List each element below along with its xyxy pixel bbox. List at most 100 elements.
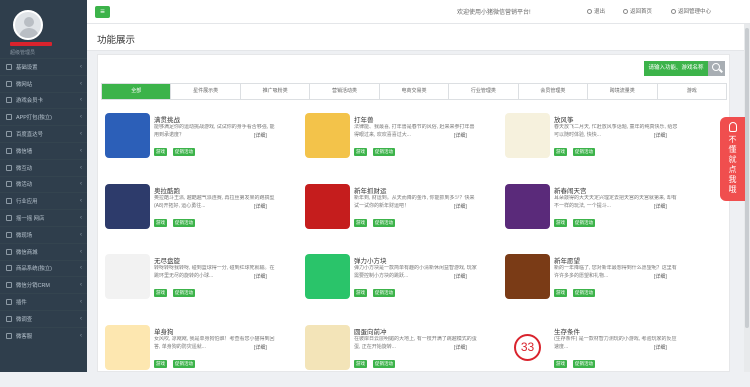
home-link[interactable]: 返回首页 [623, 7, 652, 15]
game-thumbnail[interactable] [505, 254, 550, 299]
sidebar-item[interactable]: 微信商城 ‹ [0, 242, 87, 260]
feature-card[interactable]: 新年抓财运 新年到, 财运到。从天而降的金币, 你能抓到多少？快来试一试你的新年财… [301, 184, 496, 246]
card-title[interactable]: 无尽盘旋 [154, 255, 180, 265]
card-title[interactable]: 放风筝 [554, 114, 574, 124]
card-title[interactable]: 奥拉酷跑 [154, 185, 180, 195]
card-title[interactable]: 生存条件 [554, 326, 580, 336]
detail-link[interactable]: [详细] [254, 203, 267, 210]
detail-link[interactable]: [详细] [654, 203, 667, 210]
chevron-left-icon: ‹ [80, 332, 82, 339]
chevron-left-icon: ‹ [80, 248, 82, 255]
feature-card[interactable]: 33 生存条件 (生存条件) 是一款材智力测玩的小游戏, 考验玩家的反应速度...[… [501, 325, 696, 387]
tag-game: 游戏 [554, 360, 567, 368]
menu-toggle-button[interactable]: ≡ [95, 6, 110, 18]
sidebar-item[interactable]: 微客服 ‹ [0, 326, 87, 344]
sidebar-item[interactable]: 游戏会员卡 ‹ [0, 91, 87, 109]
game-thumbnail[interactable] [105, 325, 150, 370]
chevron-left-icon: ‹ [80, 80, 82, 87]
sidebar-item[interactable]: 基础设置 ‹ [0, 58, 87, 75]
menu-item-icon [6, 315, 12, 322]
feature-card[interactable]: 单身狗 女风吹, 凉飕飕, 我是单身狗怕谁！考查看您小猫得到回答, 单身狗的防灾遥… [101, 325, 296, 387]
sidebar-item[interactable]: APP打包(独立) ‹ [0, 108, 87, 125]
category-tab[interactable]: 会员管理类 [518, 84, 589, 99]
game-thumbnail[interactable] [505, 184, 550, 229]
feature-card[interactable]: 奥拉酷跑 奥拉酷斗王派, 越酷越气派连赛, 再拉丝第发果的跑搞型(A8)开拓好, … [101, 184, 296, 246]
chevron-left-icon: ‹ [80, 147, 82, 154]
sidebar-item[interactable]: 百度直达号 ‹ [0, 125, 87, 142]
scrollbar-thumb[interactable] [745, 28, 749, 328]
sidebar-item-label: 百度直达号 [16, 132, 43, 139]
game-thumbnail[interactable]: 33 [505, 325, 550, 370]
sidebar-item[interactable]: 行业应用 ‹ [0, 192, 87, 209]
tag-promo: 促销活动 [573, 148, 595, 156]
card-title[interactable]: 满贯挑战 [154, 114, 180, 124]
menu-item-icon [6, 215, 12, 222]
feature-card[interactable]: 打年兽 法律能、我最喜, 打年兽是春节的风俗, 赶来来参打年兽得眼过来, 欢欢喜喜… [301, 113, 496, 175]
sidebar-item[interactable]: 微信分销CRM ‹ [0, 276, 87, 293]
detail-link[interactable]: [详细] [454, 132, 467, 139]
detail-link[interactable]: [详细] [254, 132, 267, 139]
sidebar-item[interactable]: 微网站 ‹ [0, 74, 87, 92]
user-panel: 超级管理员 [0, 0, 87, 58]
logout-link[interactable]: 退出 [587, 7, 605, 15]
card-title[interactable]: 单身狗 [154, 326, 174, 336]
help-float-widget[interactable]: 不懂就点我哦 [720, 117, 745, 201]
tag-game: 游戏 [354, 148, 367, 156]
tag-promo: 促销活动 [373, 148, 395, 156]
category-tab[interactable]: 电商交易类 [379, 84, 450, 99]
card-title[interactable]: 新春闹天宫 [554, 185, 587, 195]
detail-link[interactable]: [详细] [654, 344, 667, 351]
sidebar-item[interactable]: 摇一摇 网店 ‹ [0, 209, 87, 226]
sidebar-item[interactable]: 商品系统(独立) ‹ [0, 259, 87, 277]
card-title[interactable]: 圆蛋向前冲 [354, 326, 387, 336]
sidebar-item[interactable]: 微活动 ‹ [0, 175, 87, 193]
feature-card[interactable]: 新春闹天宫 耳朵敲得的大天天定兴理定去把天宫的天宫就第来, 却有不一样的玩法, 一… [501, 184, 696, 246]
detail-link[interactable]: [详细] [254, 344, 267, 351]
feature-card[interactable]: 弹力小方块 弹力小方块是一款简单有趣的小清新休闲益智游戏, 玩家需要控制小方块的跳… [301, 254, 496, 316]
game-thumbnail[interactable] [105, 184, 150, 229]
feature-card[interactable]: 新年愿望 新的一年降临了, 您对新年最想得到什么愿望呢？这里有许许多多的愿望和礼物… [501, 254, 696, 316]
game-thumbnail[interactable] [505, 113, 550, 158]
game-thumbnail[interactable] [105, 254, 150, 299]
card-title[interactable]: 打年兽 [354, 114, 374, 124]
feature-card[interactable]: 圆蛋向前冲 在彼岸日云层明媚的大地上, 有一枝开满了跳越模式的蛋蛋, 正在开始旋转… [301, 325, 496, 387]
category-tab[interactable]: 全部 [102, 84, 172, 99]
category-tab[interactable]: 推广吸粉类 [240, 84, 311, 99]
sidebar-item[interactable]: 微调查 ‹ [0, 309, 87, 327]
sidebar-item[interactable]: 微现场 ‹ [0, 225, 87, 243]
sidebar-item[interactable]: 插件 ‹ [0, 293, 87, 310]
feature-card[interactable]: 无尽盘旋 转呀转呀我转呀, 碰到篮球得一分, 碰到红球死就输。在跳环里无尽的旋转的… [101, 254, 296, 316]
tag-promo: 促销活动 [573, 219, 595, 227]
detail-link[interactable]: [详细] [454, 203, 467, 210]
category-tab[interactable]: 游戏 [657, 84, 726, 99]
admin-center-link[interactable]: 返回管理中心 [671, 7, 711, 15]
game-thumbnail[interactable] [305, 254, 350, 299]
detail-link[interactable]: [详细] [654, 273, 667, 280]
sidebar-item[interactable]: 微信墙 ‹ [0, 141, 87, 159]
game-thumbnail[interactable] [305, 113, 350, 158]
chevron-left-icon: ‹ [80, 164, 82, 171]
sidebar-item[interactable]: 微互动 ‹ [0, 158, 87, 176]
avatar[interactable] [13, 10, 43, 40]
search-icon[interactable] [708, 61, 725, 76]
detail-link[interactable]: [详细] [454, 344, 467, 351]
detail-link[interactable]: [详细] [254, 273, 267, 280]
feature-card[interactable]: 放风筝 春天放飞二月天, 忙赶放风筝话题, 童年的纯真快乐, 给您可以随时体验, … [501, 113, 696, 175]
detail-link[interactable]: [详细] [654, 132, 667, 139]
game-thumbnail[interactable] [305, 184, 350, 229]
menu-item-icon [6, 97, 12, 104]
game-thumbnail[interactable] [305, 325, 350, 370]
detail-link[interactable]: [详细] [454, 273, 467, 280]
category-tab[interactable]: 星件展示类 [171, 84, 241, 99]
search-button[interactable]: 请输入功能、游戏名称 [644, 61, 708, 76]
feature-card[interactable]: 满贯挑战 能够满足你的运动挑战游戏, 试试你的身手看否够强, 能用到承诺度？ [详细… [101, 113, 296, 175]
card-title[interactable]: 弹力小方块 [354, 255, 387, 265]
category-tab[interactable]: 营销活动类 [310, 84, 380, 99]
sidebar-item-label: 商品系统(独立) [16, 266, 52, 273]
game-thumbnail[interactable] [105, 113, 150, 158]
card-title[interactable]: 新年抓财运 [354, 185, 387, 195]
category-tab[interactable]: 跨境流量类 [588, 84, 658, 99]
category-tab[interactable]: 行业管理类 [449, 84, 519, 99]
card-title[interactable]: 新年愿望 [554, 255, 580, 265]
menu-item-icon [6, 131, 12, 138]
